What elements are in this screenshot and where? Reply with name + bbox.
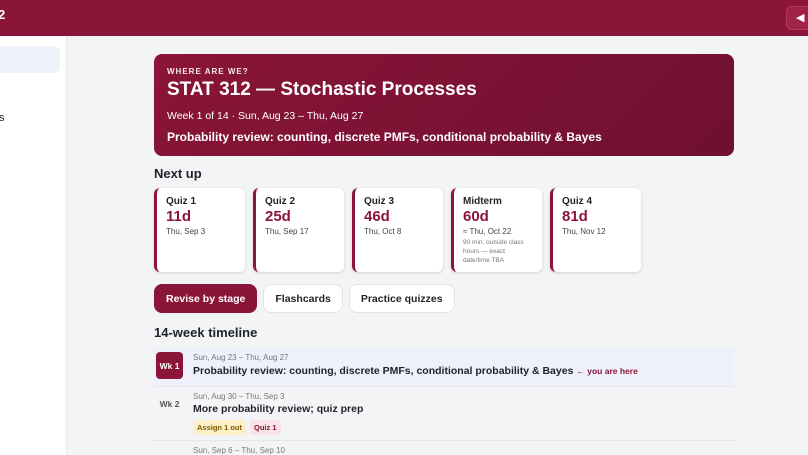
collapse-sidebar-button[interactable]: ◀ (786, 6, 808, 30)
next-up-heading: Next up (154, 166, 202, 181)
week-dates: Sun, Aug 23 – Thu, Aug 27 (193, 353, 289, 362)
card-days: 81d (562, 208, 588, 225)
tab-practice-quizzes[interactable]: Practice quizzes (348, 284, 455, 313)
deadline-card[interactable]: Quiz 1 11d Thu, Sep 3 (154, 188, 245, 272)
banner-eyebrow: WHERE ARE WE? (167, 67, 249, 76)
card-note: 90 min, outside class hours — exact date… (463, 239, 524, 264)
card-date: Thu, Sep 3 (166, 227, 206, 236)
current-week-banner: WHERE ARE WE? STAT 312 — Stochastic Proc… (154, 54, 734, 156)
chevron-left-icon: ◀ (796, 12, 805, 24)
card-days: 60d (463, 208, 489, 225)
quiz-badge: Quiz 1 (250, 420, 281, 435)
app-title: 2 (0, 7, 6, 22)
deadline-card[interactable]: Quiz 4 81d Thu, Nov 12 (550, 188, 641, 272)
tab-revise-by-stage[interactable]: Revise by stage (154, 284, 258, 313)
week-badge: Wk 2 (159, 398, 180, 409)
tab-flashcards[interactable]: Flashcards (263, 284, 343, 313)
card-name: Midterm (463, 196, 502, 207)
deadline-card[interactable]: Quiz 3 46d Thu, Oct 8 (352, 188, 443, 272)
card-name: Quiz 2 (265, 196, 296, 207)
course-title: STAT 312 — Stochastic Processes (167, 79, 477, 100)
card-name: Quiz 4 (562, 196, 593, 207)
week-topic: Probability review: counting, discrete P… (193, 365, 574, 377)
week-topic: Probability review: counting, discrete P… (167, 130, 602, 144)
upcoming-cards: Quiz 1 11d Thu, Sep 3 Quiz 2 25d Thu, Se… (154, 188, 641, 272)
top-bar: 2 ◀ (0, 0, 808, 36)
card-date: Thu, Nov 12 (562, 227, 606, 236)
card-name: Quiz 3 (364, 196, 395, 207)
week-info: Week 1 of 14 · Sun, Aug 23 – Thu, Aug 27 (167, 110, 364, 122)
assignment-badge: Assign 1 out (193, 420, 247, 435)
card-days: 11d (166, 208, 192, 225)
week-dates: Sun, Sep 6 – Thu, Sep 10 (193, 446, 285, 455)
week-badge: Wk 1 (156, 352, 183, 379)
card-date: Thu, Oct 8 (364, 227, 402, 236)
sidebar-item-active[interactable] (0, 46, 60, 73)
deadline-card[interactable]: Midterm 60d ≈ Thu, Oct 22 90 min, outsid… (451, 188, 542, 272)
timeline-row[interactable]: Wk 2 Sun, Aug 30 – Thu, Sep 3 More proba… (154, 388, 734, 439)
week-dates: Sun, Aug 30 – Thu, Sep 3 (193, 392, 285, 401)
week-topic: More probability review; quiz prep (193, 403, 364, 415)
card-date: ≈ Thu, Oct 22 (463, 227, 512, 236)
sidebar-item-label[interactable]: s (0, 112, 5, 124)
card-days: 25d (265, 208, 291, 225)
study-mode-tabs: Revise by stage Flashcards Practice quiz… (154, 284, 455, 313)
row-divider (154, 440, 734, 441)
row-divider (154, 386, 734, 387)
timeline-row-current[interactable]: Wk 1 Sun, Aug 23 – Thu, Aug 27 Probabili… (154, 348, 734, 385)
you-are-here-marker: ← you are here (576, 366, 638, 376)
card-days: 46d (364, 208, 390, 225)
card-name: Quiz 1 (166, 196, 197, 207)
card-date: Thu, Sep 17 (265, 227, 309, 236)
deadline-card[interactable]: Quiz 2 25d Thu, Sep 17 (253, 188, 344, 272)
timeline-row[interactable]: Sun, Sep 6 – Thu, Sep 10 (154, 442, 734, 455)
sidebar: s (0, 36, 67, 455)
timeline-heading: 14-week timeline (154, 325, 258, 340)
